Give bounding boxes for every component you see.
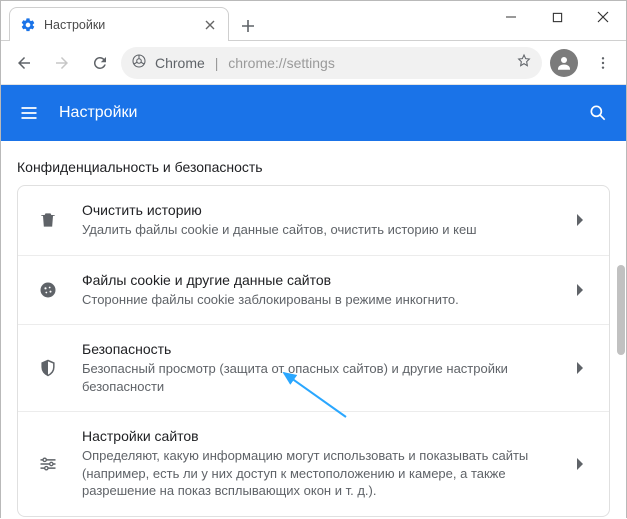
row-subtitle: Определяют, какую информацию могут испол… (82, 447, 559, 500)
gear-icon (20, 17, 36, 33)
row-title: Безопасность (82, 341, 559, 357)
close-tab-button[interactable] (202, 17, 218, 33)
row-title: Настройки сайтов (82, 428, 559, 444)
row-subtitle: Удалить файлы cookie и данные сайтов, оч… (82, 221, 559, 239)
new-tab-button[interactable] (233, 11, 263, 41)
kebab-menu-button[interactable] (586, 46, 620, 80)
browser-toolbar: Chrome | chrome://settings (1, 41, 626, 85)
settings-content: Конфиденциальность и безопасность Очисти… (1, 141, 626, 519)
forward-button[interactable] (45, 46, 79, 80)
window-controls (488, 1, 626, 33)
omnibox-path: chrome://settings (228, 55, 335, 71)
chevron-right-icon (571, 214, 591, 226)
maximize-button[interactable] (534, 1, 580, 33)
settings-header: Настройки (1, 85, 626, 141)
omnibox-url: Chrome | chrome://settings (155, 55, 335, 71)
chevron-right-icon (571, 284, 591, 296)
row-clear-history[interactable]: Очистить историю Удалить файлы cookie и … (18, 186, 609, 255)
bookmark-star-icon[interactable] (516, 53, 532, 72)
search-icon[interactable] (586, 101, 610, 125)
minimize-button[interactable] (488, 1, 534, 33)
cookie-icon (36, 278, 60, 302)
window-titlebar: Настройки (1, 1, 626, 41)
scrollbar-thumb[interactable] (617, 265, 625, 355)
privacy-card: Очистить историю Удалить файлы cookie и … (17, 185, 610, 517)
row-title: Очистить историю (82, 202, 559, 218)
settings-title: Настройки (59, 104, 586, 122)
row-security[interactable]: Безопасность Безопасный просмотр (защита… (18, 324, 609, 411)
omnibox-prefix: Chrome (155, 55, 205, 71)
reload-button[interactable] (83, 46, 117, 80)
row-title: Файлы cookie и другие данные сайтов (82, 272, 559, 288)
row-cookies[interactable]: Файлы cookie и другие данные сайтов Стор… (18, 255, 609, 325)
omnibox[interactable]: Chrome | chrome://settings (121, 47, 542, 79)
row-site-settings[interactable]: Настройки сайтов Определяют, какую инфор… (18, 411, 609, 516)
row-subtitle: Сторонние файлы cookie заблокированы в р… (82, 291, 559, 309)
browser-tab[interactable]: Настройки (9, 7, 229, 41)
chevron-right-icon (571, 362, 591, 374)
back-button[interactable] (7, 46, 41, 80)
tab-title: Настройки (44, 18, 202, 32)
profile-avatar[interactable] (550, 49, 578, 77)
shield-icon (36, 356, 60, 380)
close-window-button[interactable] (580, 1, 626, 33)
sliders-icon (36, 452, 60, 476)
tab-strip: Настройки (1, 1, 263, 41)
menu-icon[interactable] (17, 101, 41, 125)
row-subtitle: Безопасный просмотр (защита от опасных с… (82, 360, 559, 395)
trash-icon (36, 208, 60, 232)
chrome-icon (131, 53, 147, 72)
chevron-right-icon (571, 458, 591, 470)
section-title: Конфиденциальность и безопасность (1, 141, 626, 185)
